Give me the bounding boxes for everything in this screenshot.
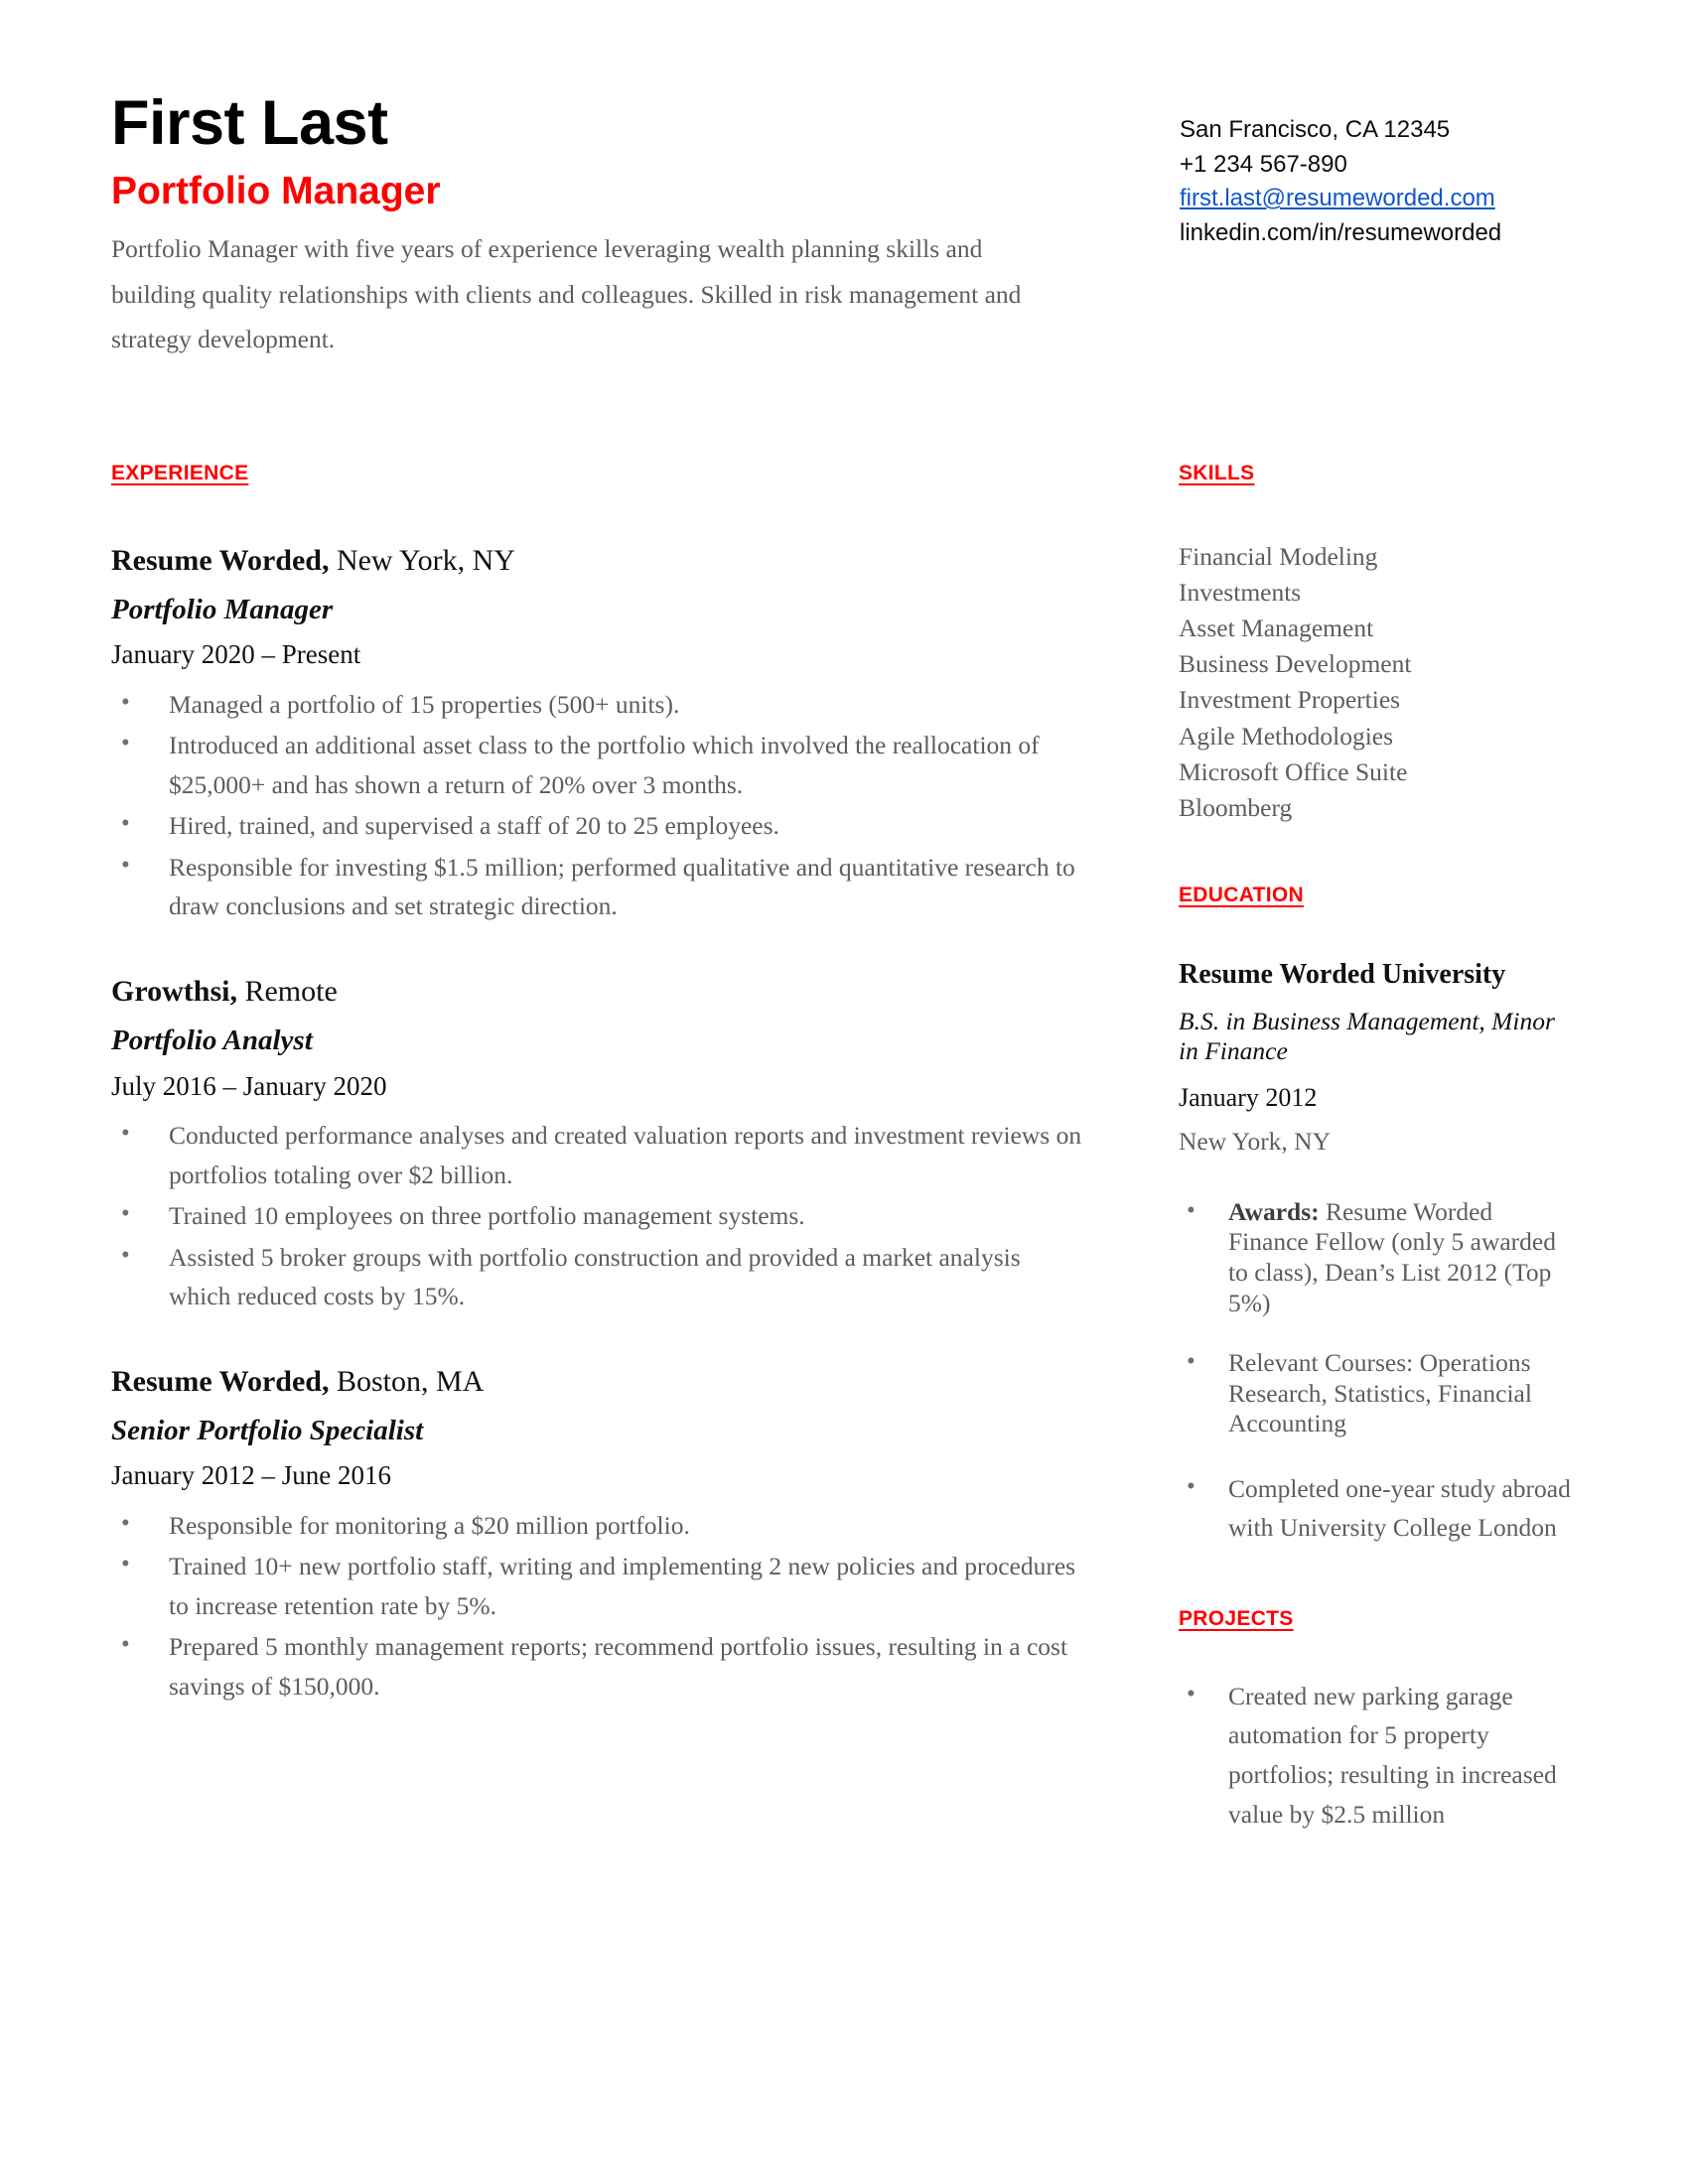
skill-item: Microsoft Office Suite bbox=[1179, 756, 1408, 786]
skill-item: Investment Properties bbox=[1179, 685, 1401, 715]
job-role: Senior Portfolio Specialist bbox=[111, 1414, 424, 1446]
contact-block: San Francisco, CA 12345 +1 234 567-890 f… bbox=[1180, 91, 1577, 250]
education-date: January 2012 bbox=[1179, 1083, 1318, 1112]
skills-list: Financial Modeling Investments Asset Man… bbox=[1179, 539, 1576, 827]
skill-item: Financial Modeling bbox=[1179, 541, 1378, 571]
experience-item: Resume Worded, Boston, MA Senior Portfol… bbox=[111, 1364, 1084, 1706]
section-heading-skills: SKILLS bbox=[1179, 461, 1255, 484]
job-location: Boston, MA bbox=[329, 1364, 485, 1398]
contact-linkedin: linkedin.com/in/resumeworded bbox=[1180, 218, 1502, 246]
education-item: Resume Worded University B.S. in Busines… bbox=[1179, 959, 1576, 1548]
resume-body: EXPERIENCE Resume Worded, New York, NY P… bbox=[111, 462, 1577, 1835]
job-bullet: Prepared 5 monthly management reports; r… bbox=[111, 1626, 1084, 1706]
skill-item: Agile Methodologies bbox=[1179, 721, 1394, 751]
job-bullet-list: Responsible for monitoring a $20 million… bbox=[111, 1505, 1084, 1706]
job-bullet-list: Managed a portfolio of 15 properties (50… bbox=[111, 684, 1084, 926]
education-bullet: Relevant Courses: Operations Research, S… bbox=[1179, 1347, 1576, 1439]
skill-item: Business Development bbox=[1179, 649, 1412, 679]
header-left-block: First Last Portfolio Manager Portfolio M… bbox=[111, 88, 1084, 362]
experience-item: Growthsi, Remote Portfolio Analyst July … bbox=[111, 974, 1084, 1316]
job-dates: January 2012 – June 2016 bbox=[111, 1460, 391, 1491]
contact-email-link[interactable]: first.last@resumeworded.com bbox=[1180, 182, 1577, 216]
section-heading-projects: PROJECTS bbox=[1179, 1606, 1294, 1630]
job-bullet: Responsible for monitoring a $20 million… bbox=[111, 1505, 1084, 1546]
job-dates: July 2016 – January 2020 bbox=[111, 1070, 387, 1101]
contact-phone: +1 234 567-890 bbox=[1180, 150, 1347, 178]
education-bullet-text: Relevant Courses: Operations Research, S… bbox=[1228, 1348, 1532, 1438]
projects-bullet-list: Created new parking garage automation fo… bbox=[1179, 1676, 1576, 1834]
skill-item: Investments bbox=[1179, 577, 1302, 607]
job-bullet: Managed a portfolio of 15 properties (50… bbox=[111, 684, 1084, 725]
professional-summary: Portfolio Manager with five years of exp… bbox=[111, 234, 1022, 354]
project-bullet: Created new parking garage automation fo… bbox=[1179, 1676, 1576, 1834]
section-heading-education: EDUCATION bbox=[1179, 884, 1304, 907]
education-school: Resume Worded University bbox=[1179, 959, 1506, 991]
education-bullet-text: Completed one-year study abroad with Uni… bbox=[1228, 1473, 1571, 1543]
right-column: SKILLS Financial Modeling Investments As… bbox=[1179, 462, 1576, 1835]
job-bullet: Conducted performance analyses and creat… bbox=[111, 1115, 1084, 1194]
job-bullet: Hired, trained, and supervised a staff o… bbox=[111, 805, 1084, 846]
education-bullet: Completed one-year study abroad with Uni… bbox=[1179, 1468, 1576, 1548]
job-company-name: Resume Worded, bbox=[111, 543, 330, 577]
education-bullet: Awards: Resume Worded Finance Fellow (on… bbox=[1179, 1196, 1576, 1318]
resume-page: First Last Portfolio Manager Portfolio M… bbox=[0, 0, 1688, 2184]
job-bullet: Introduced an additional asset class to … bbox=[111, 725, 1084, 804]
job-role: Portfolio Analyst bbox=[111, 1024, 313, 1056]
candidate-name: First Last bbox=[111, 88, 388, 158]
resume-header: First Last Portfolio Manager Portfolio M… bbox=[111, 88, 1577, 362]
job-company-line: Resume Worded, New York, NY bbox=[111, 543, 1084, 579]
job-company-name: Resume Worded, bbox=[111, 1364, 330, 1398]
job-company-name: Growthsi, bbox=[111, 974, 237, 1008]
contact-location: San Francisco, CA 12345 bbox=[1180, 116, 1451, 143]
job-dates: January 2020 – Present bbox=[111, 639, 361, 670]
job-bullet: Responsible for investing $1.5 million; … bbox=[111, 847, 1084, 926]
job-bullet-list: Conducted performance analyses and creat… bbox=[111, 1115, 1084, 1316]
candidate-job-title: Portfolio Manager bbox=[111, 169, 441, 212]
experience-item: Resume Worded, New York, NY Portfolio Ma… bbox=[111, 543, 1084, 926]
job-bullet: Assisted 5 broker groups with portfolio … bbox=[111, 1237, 1084, 1316]
job-role: Portfolio Manager bbox=[111, 593, 334, 625]
left-column: EXPERIENCE Resume Worded, New York, NY P… bbox=[111, 462, 1084, 1708]
experience-list: Resume Worded, New York, NY Portfolio Ma… bbox=[111, 543, 1084, 1706]
skill-item: Asset Management bbox=[1179, 613, 1374, 642]
skill-item: Bloomberg bbox=[1179, 792, 1293, 822]
education-degree: B.S. in Business Management, Minor in Fi… bbox=[1179, 1007, 1555, 1066]
job-company-line: Resume Worded, Boston, MA bbox=[111, 1364, 1084, 1400]
job-company-line: Growthsi, Remote bbox=[111, 974, 1084, 1010]
section-heading-experience: EXPERIENCE bbox=[111, 461, 249, 484]
job-bullet: Trained 10+ new portfolio staff, writing… bbox=[111, 1546, 1084, 1625]
education-location: New York, NY bbox=[1179, 1127, 1332, 1157]
job-bullet: Trained 10 employees on three portfolio … bbox=[111, 1195, 1084, 1236]
education-bullet-list: Awards: Resume Worded Finance Fellow (on… bbox=[1179, 1196, 1576, 1548]
job-location: New York, NY bbox=[329, 543, 515, 577]
job-location: Remote bbox=[236, 974, 338, 1008]
education-bullet-label: Awards: bbox=[1228, 1196, 1320, 1226]
